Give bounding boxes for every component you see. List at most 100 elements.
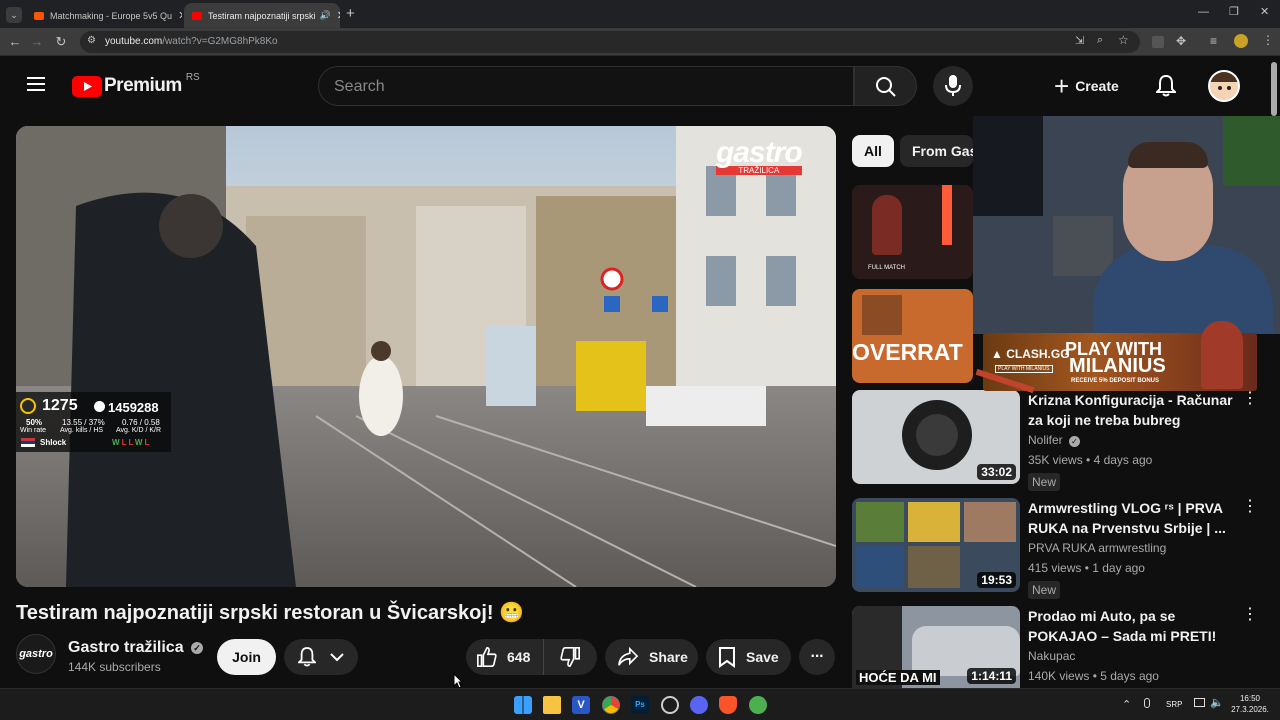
filter-chip-from-channel[interactable]: From Gas	[900, 135, 973, 167]
site-info-icon[interactable]: ⚙	[87, 35, 96, 46]
restore-button[interactable]: ❐	[1229, 5, 1239, 18]
recommendation-title[interactable]: Armwrestling VLOG ʳˢ | PRVA RUKA na Prve…	[1028, 498, 1236, 538]
recommendation-channel[interactable]: PRVA RUKA armwrestling	[1028, 541, 1166, 555]
search-input[interactable]: Search	[318, 66, 854, 106]
extensions-puzzle-icon[interactable]: ✥	[1176, 34, 1186, 48]
clock[interactable]: 16:50 27.3.2026.	[1228, 693, 1272, 715]
tab-list-icon[interactable]: ⌄	[6, 7, 22, 23]
plus-icon: +	[1054, 71, 1070, 101]
close-tab-icon[interactable]: ✕	[331, 9, 340, 22]
tab-label: Matchmaking - Europe 5v5 Qu	[50, 10, 173, 21]
tray-chevron-up-icon[interactable]: ⌃	[1122, 698, 1131, 711]
recent-results: WLLWL	[112, 438, 151, 447]
kills-value: 13.55 / 37%	[62, 418, 105, 427]
account-avatar[interactable]	[1208, 70, 1240, 102]
tray-microphone-icon[interactable]	[1144, 698, 1150, 708]
recommendation-thumbnail[interactable]: HOĆE DA MI 1:14:11	[852, 606, 1020, 688]
back-arrow-icon[interactable]: ←	[6, 33, 24, 51]
close-window-button[interactable]: ✕	[1260, 5, 1269, 18]
tab-matchmaking[interactable]: Matchmaking - Europe 5v5 Qu ✕	[26, 3, 182, 28]
browser-menu-icon[interactable]: ⋮	[1262, 33, 1274, 47]
recommendation-thumbnail[interactable]: OVERRAT	[852, 289, 973, 383]
reload-icon[interactable]: ↻	[52, 33, 70, 51]
chrome-icon[interactable]	[602, 696, 620, 714]
recommendation-thumbnail[interactable]: 19:53	[852, 498, 1020, 592]
recommendation-title[interactable]: Prodao mi Auto, pa se POKAJAO – Sada mi …	[1028, 606, 1236, 646]
search-placeholder: Search	[334, 78, 385, 95]
serbia-flag-icon	[21, 438, 35, 447]
more-actions-button[interactable]: ···	[799, 639, 835, 675]
filter-chip-all[interactable]: All	[852, 135, 894, 167]
forward-arrow-icon[interactable]: →	[28, 33, 46, 51]
youtube-header: Premium RS Search + Create	[0, 56, 1280, 116]
save-button[interactable]: Save	[706, 639, 791, 675]
recommendation-channel[interactable]: Nakupac	[1028, 649, 1075, 663]
new-tab-button[interactable]: +	[346, 5, 355, 22]
url-path: /watch?v=G2MG8hPk8Ko	[162, 36, 278, 47]
video-frame	[16, 126, 836, 587]
notifications-bell-icon[interactable]	[1154, 74, 1178, 102]
menu-icon[interactable]	[27, 73, 45, 95]
youtube-play-icon	[72, 75, 102, 97]
url-host: youtube.com	[105, 36, 163, 47]
youtube-logo[interactable]: Premium RS	[72, 72, 200, 97]
recommendation-channel[interactable]: Nolifer ✓	[1028, 433, 1081, 447]
extension-icon[interactable]	[1152, 36, 1164, 48]
elo-icon	[94, 401, 105, 412]
player-name: Shlock	[40, 438, 67, 447]
file-explorer-icon[interactable]	[543, 696, 561, 714]
keyboard-language[interactable]: SRP	[1166, 700, 1182, 709]
obs-icon[interactable]	[661, 696, 679, 714]
browser-toolbar: ← → ↻ ⚙ youtube.com/watch?v=G2MG8hPk8Ko …	[0, 28, 1280, 56]
recommendation-thumbnail[interactable]: FULL MATCH	[852, 185, 973, 279]
brave-icon[interactable]	[719, 696, 737, 714]
mouse-cursor-icon	[453, 673, 463, 689]
subscription-notifications-button[interactable]	[284, 639, 358, 675]
create-button[interactable]: + Create	[1044, 66, 1129, 106]
network-icon[interactable]	[1194, 698, 1205, 707]
app-icon[interactable]	[749, 696, 767, 714]
recommendation-title[interactable]: Krizna Konfiguracija - Računar za koji n…	[1028, 390, 1236, 430]
search-button[interactable]	[854, 66, 917, 106]
watermark-text: gastro	[716, 136, 803, 169]
thumbnail-caption: FULL MATCH	[868, 265, 906, 271]
more-options-icon[interactable]: ⋮	[1242, 607, 1258, 623]
address-bar[interactable]: ⚙ youtube.com/watch?v=G2MG8hPk8Ko ⇲ ⌕ ☆	[80, 31, 1140, 53]
dislike-button[interactable]	[544, 639, 596, 675]
tab-youtube[interactable]: Testiram najpoznatiji srpski 🔊 ✕	[184, 3, 340, 28]
like-count: 648	[507, 649, 531, 665]
recommendation-meta: 140K views • 5 days ago	[1028, 669, 1159, 683]
channel-text: Nolifer	[1028, 433, 1063, 447]
verified-check-icon: ✓	[191, 642, 204, 654]
channel-avatar[interactable]: gastro	[16, 634, 56, 674]
page-scrollbar[interactable]	[1271, 62, 1277, 116]
search-icon	[876, 77, 896, 97]
volume-icon[interactable]: 🔈	[1210, 696, 1224, 709]
share-button[interactable]: Share	[605, 639, 698, 675]
view-count: 415 views	[1028, 561, 1082, 575]
vivaldi-icon[interactable]: V	[572, 696, 590, 714]
windows-start-icon[interactable]	[514, 696, 532, 714]
recommendation-thumbnail[interactable]: 33:02	[852, 390, 1020, 484]
reading-list-icon[interactable]: ≡	[1210, 34, 1217, 48]
minimize-button[interactable]: —	[1198, 6, 1209, 18]
install-app-icon[interactable]: ⇲	[1075, 34, 1084, 47]
kd-value: 0.76 / 0.58	[122, 418, 160, 427]
channel-name[interactable]: Gastro tražilica ✓	[68, 639, 204, 657]
windows-taskbar: V Ps ⌃ SRP 🔈 16:50 27.3.2026.	[0, 688, 1280, 720]
thumbnail-caption: OVERRAT	[852, 339, 963, 365]
video-player[interactable]: gastro TRAŽILICA 1275 1459288 50% Win ra…	[16, 126, 836, 587]
discord-icon[interactable]	[690, 696, 708, 714]
photoshop-icon[interactable]: Ps	[631, 696, 649, 714]
more-options-icon[interactable]: ⋮	[1242, 391, 1258, 407]
profile-avatar-icon[interactable]	[1234, 34, 1248, 48]
zoom-icon[interactable]: ⌕	[1097, 34, 1103, 47]
bookmark-star-icon[interactable]: ☆	[1118, 33, 1129, 47]
more-options-icon[interactable]: ⋮	[1242, 499, 1258, 515]
voice-search-button[interactable]	[933, 66, 973, 106]
join-button[interactable]: Join	[217, 639, 276, 675]
close-tab-icon[interactable]: ✕	[172, 9, 182, 22]
microphone-icon	[945, 75, 961, 96]
like-button[interactable]: 648	[466, 639, 544, 675]
audio-playing-icon[interactable]: 🔊	[320, 10, 331, 21]
